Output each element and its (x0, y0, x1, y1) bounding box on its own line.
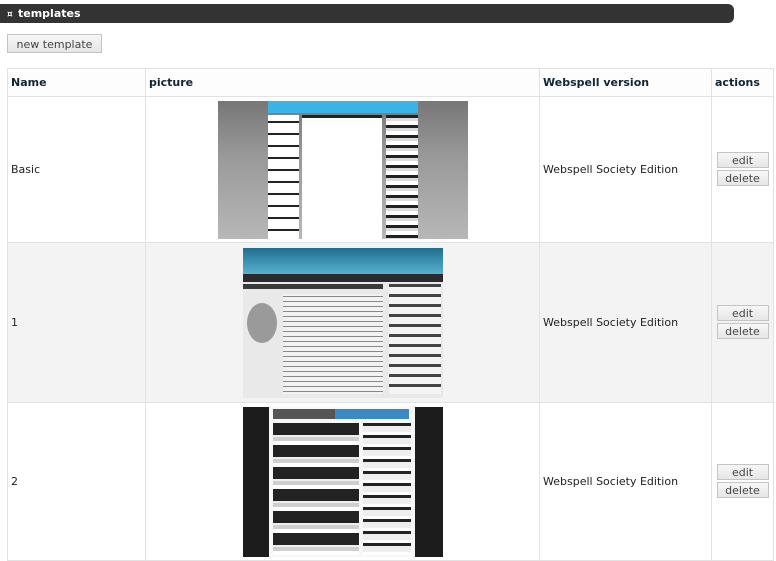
template-preview-image (242, 406, 443, 557)
table-row: Basic Webspell Society Edition edit dele… (7, 96, 774, 243)
table-row: 1 Webspell Society Edition edit delete (7, 242, 774, 403)
template-version: Webspell Society Edition (539, 402, 712, 561)
table-header-row: Name picture Webspell version actions (7, 68, 774, 97)
template-preview-image (242, 247, 443, 398)
template-name: 1 (7, 242, 146, 403)
column-header-picture: picture (145, 68, 540, 97)
template-picture-cell (145, 402, 540, 561)
actions-cell: edit delete (711, 96, 774, 243)
template-picture-cell (145, 96, 540, 243)
templates-table: Name picture Webspell version actions Ba… (7, 68, 774, 561)
template-version: Webspell Society Edition (539, 242, 712, 403)
edit-button[interactable]: edit (716, 463, 769, 480)
collapse-icon[interactable]: ¤ (7, 6, 15, 25)
template-version: Webspell Society Edition (539, 96, 712, 243)
edit-button[interactable]: edit (716, 304, 769, 321)
section-title-bar: ¤ templates (0, 4, 734, 23)
template-name: 2 (7, 402, 146, 561)
template-picture-cell (145, 242, 540, 403)
delete-button[interactable]: delete (716, 322, 769, 339)
edit-button[interactable]: edit (716, 151, 769, 168)
actions-cell: edit delete (711, 242, 774, 403)
delete-button[interactable]: delete (716, 481, 769, 498)
template-preview-image (217, 100, 468, 239)
column-header-name: Name (7, 68, 146, 97)
new-template-button[interactable]: new template (7, 34, 102, 53)
column-header-version: Webspell version (539, 68, 712, 97)
column-header-actions: actions (711, 68, 774, 97)
template-name: Basic (7, 96, 146, 243)
section-title: templates (18, 7, 81, 20)
actions-cell: edit delete (711, 402, 774, 561)
delete-button[interactable]: delete (716, 169, 769, 186)
table-row: 2 Webspell Society Edition edit delete (7, 402, 774, 561)
